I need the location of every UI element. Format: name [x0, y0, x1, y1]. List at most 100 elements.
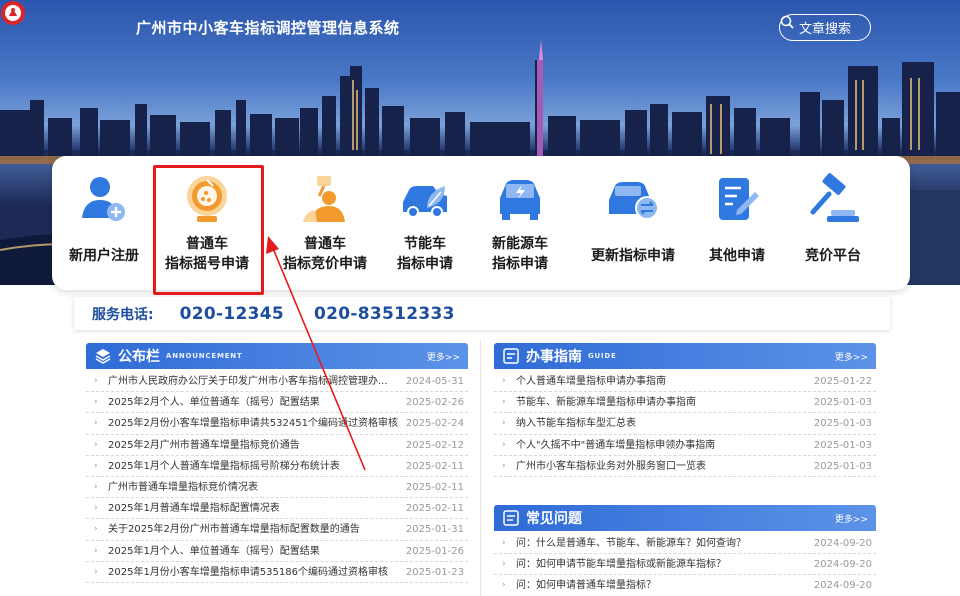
list-item-title[interactable]: 广州市人民政府办公厅关于印发广州市小客车指标调控管理办...	[108, 371, 400, 392]
highlight-box	[153, 165, 264, 295]
list-item[interactable]: › 广州市小客车指标业务对外服务窗口一览表 2025-01-03	[494, 456, 876, 477]
list-item[interactable]: › 关于2025年2月份广州市普通车增量指标配置数量的通告 2025-01-31	[86, 519, 468, 541]
guide-panel: 办事指南 GUIDE 更多>> › 个人普通车增量指标申请办事指南 2025-01-…	[494, 343, 876, 477]
list-item-date: 2025-01-26	[405, 545, 464, 557]
nav-label: 其他申请	[709, 248, 765, 264]
renew-car-icon	[609, 182, 659, 220]
list-item-title[interactable]: 2025年2月广州市普通车增量指标竞价通告	[108, 435, 400, 456]
search-label: 文章搜索	[798, 22, 851, 37]
faq-panel: 常见问题 更多>> › 问：什么是普通车、节能车、新能源车？如何查询？ 2024-0…	[494, 505, 876, 596]
nav-new-energy-car-apply[interactable]: 新能源车 指标申请	[466, 172, 574, 274]
bullet-icon: ›	[502, 538, 506, 548]
panel-title: 常见问题	[526, 511, 582, 527]
nav-new-user-register[interactable]: 新用户注册	[50, 172, 158, 266]
bullet-icon: ›	[502, 397, 506, 408]
bullet-icon: ›	[502, 376, 506, 386]
panel-title: 办事指南	[526, 349, 582, 365]
list-item[interactable]: › 问：如何申请普通车增量指标？ 2024-09-20	[494, 575, 876, 596]
list-item-title[interactable]: 2025年2月份小客车增量指标申请共532451个编码通过资格审核	[108, 413, 400, 434]
list-item-date: 2025-01-03	[813, 418, 872, 430]
panel-subtitle: GUIDE	[588, 352, 617, 360]
search-icon	[780, 15, 794, 29]
nav-renew-quota-apply[interactable]: 更新指标申请	[579, 172, 687, 266]
layers-icon	[95, 349, 111, 364]
bullet-icon: ›	[502, 559, 506, 570]
list-item[interactable]: › 2025年1月普通车增量指标配置情况表 2025-02-11	[86, 498, 468, 520]
more-link[interactable]: 更多>>	[835, 350, 868, 363]
list-item-date: 2025-02-12	[405, 439, 464, 451]
list-item-date: 2025-01-22	[813, 376, 872, 387]
list-item[interactable]: › 2025年2月个人、单位普通车（摇号）配置结果 2025-02-26	[86, 392, 468, 414]
nav-label: 竞价平台	[805, 248, 861, 264]
list-item-title[interactable]: 关于2025年2月份广州市普通车增量指标配置数量的通告	[108, 519, 400, 540]
nav-auction-platform[interactable]: 竞价平台	[779, 172, 887, 266]
article-search-button[interactable]: 文章搜索	[779, 14, 871, 41]
list-item[interactable]: › 节能车、新能源车增量指标申请办事指南 2025-01-03	[494, 392, 876, 414]
list-item-title[interactable]: 节能车、新能源车增量指标申请办事指南	[516, 392, 806, 413]
list-item-date: 2025-01-31	[405, 524, 464, 536]
nav-other-apply[interactable]: 其他申请	[683, 172, 791, 266]
bullet-icon: ›	[94, 566, 98, 577]
bullet-icon: ›	[94, 503, 98, 514]
list-item-title[interactable]: 2025年2月个人、单位普通车（摇号）配置结果	[108, 392, 400, 413]
list-item-title[interactable]: 问：什么是普通车、节能车、新能源车？如何查询？	[516, 533, 806, 554]
service-phone-bar: 服务电话: 020-12345 020-83512333	[74, 297, 890, 330]
list-item[interactable]: › 广州市普通车增量指标竞价情况表 2025-02-11	[86, 477, 468, 499]
list-item-date: 2025-01-03	[813, 397, 872, 409]
list-item-title[interactable]: 2025年1月个人普通车增量指标摇号阶梯分布统计表	[108, 456, 400, 477]
list-item-date: 2024-05-31	[405, 376, 464, 387]
list-item[interactable]: › 个人"久摇不中"普通车增量指标申领办事指南 2025-01-03	[494, 435, 876, 456]
nav-normal-car-bidding-apply[interactable]: 普通车 指标竞价申请	[271, 172, 379, 274]
list-item[interactable]: › 2025年1月个人普通车增量指标摇号阶梯分布统计表 2025-02-11	[86, 456, 468, 477]
bullet-icon: ›	[94, 376, 98, 386]
bullet-icon: ›	[502, 580, 506, 591]
list-item-title[interactable]: 问：如何申请普通车增量指标？	[516, 575, 806, 596]
list-item-date: 2025-01-03	[813, 439, 872, 451]
list-item[interactable]: › 2025年1月个人、单位普通车（摇号）配置结果 2025-01-26	[86, 541, 468, 562]
panel-subtitle: ANNOUNCEMENT	[166, 352, 243, 360]
list-item[interactable]: › 纳入节能车指标车型汇总表 2025-01-03	[494, 413, 876, 435]
bullet-icon: ›	[94, 524, 98, 535]
bullet-icon: ›	[94, 481, 98, 492]
list-item-date: 2024-09-20	[813, 538, 872, 549]
list-item[interactable]: › 广州市人民政府办公厅关于印发广州市小客车指标调控管理办... 2024-05-3…	[86, 371, 468, 393]
announcement-panel: 公布栏 ANNOUNCEMENT 更多>> › 广州市人民政府办公厅关于印发广州市…	[86, 343, 468, 583]
list-item[interactable]: › 2025年1月份小客车增量指标申请535186个编码通过资格审核 2025-01…	[86, 562, 468, 583]
list-item[interactable]: › 问：什么是普通车、节能车、新能源车？如何查询？ 2024-09-20	[494, 533, 876, 555]
list-item[interactable]: › 问：如何申请节能车增量指标或新能源车指标？ 2024-09-20	[494, 554, 876, 576]
more-link[interactable]: 更多>>	[835, 512, 868, 525]
more-link[interactable]: 更多>>	[427, 350, 460, 363]
list-item-title[interactable]: 2025年1月普通车增量指标配置情况表	[108, 498, 400, 519]
nav-eco-car-apply[interactable]: 节能车 指标申请	[371, 172, 479, 274]
list-item-date: 2025-02-11	[405, 481, 464, 493]
list-item-date: 2025-02-24	[405, 418, 464, 430]
guide-header: 办事指南 GUIDE 更多>>	[494, 343, 876, 369]
list-item-title[interactable]: 个人普通车增量指标申请办事指南	[516, 371, 806, 392]
column-divider	[480, 340, 481, 596]
list-item-title[interactable]: 2025年1月份小客车增量指标申请535186个编码通过资格审核	[108, 562, 400, 583]
list-item-date: 2025-01-03	[813, 460, 872, 472]
list-item-title[interactable]: 广州市普通车增量指标竞价情况表	[108, 477, 400, 498]
list-item-title[interactable]: 问：如何申请节能车增量指标或新能源车指标？	[516, 554, 806, 575]
list-item-date: 2025-02-11	[405, 460, 464, 472]
nav-label: 普通车 指标竞价申请	[283, 236, 367, 272]
bullet-icon: ›	[94, 397, 98, 408]
nav-label: 新能源车 指标申请	[492, 236, 548, 272]
question-doc-icon	[503, 510, 519, 526]
bullet-icon: ›	[94, 460, 98, 471]
list-item-date: 2025-02-11	[405, 503, 464, 515]
list-item-title[interactable]: 2025年1月个人、单位普通车（摇号）配置结果	[108, 541, 400, 562]
service-phone-number: 020-12345	[179, 303, 284, 324]
list-item[interactable]: › 2025年2月广州市普通车增量指标竞价通告 2025-02-12	[86, 435, 468, 456]
list-item[interactable]: › 个人普通车增量指标申请办事指南 2025-01-22	[494, 371, 876, 393]
bullet-icon: ›	[502, 460, 506, 471]
list-item-title[interactable]: 个人"久摇不中"普通车增量指标申领办事指南	[516, 435, 806, 456]
list-item-title[interactable]: 纳入节能车指标车型汇总表	[516, 413, 806, 434]
announcement-header: 公布栏 ANNOUNCEMENT 更多>>	[86, 343, 468, 369]
electric-car-icon	[500, 180, 540, 220]
list-item-title[interactable]: 广州市小客车指标业务对外服务窗口一览表	[516, 456, 806, 477]
list-item[interactable]: › 2025年2月份小客车增量指标申请共532451个编码通过资格审核 2025-0…	[86, 413, 468, 435]
panel-title: 公布栏	[118, 349, 160, 365]
bullet-icon: ›	[94, 439, 98, 450]
list-item-date: 2024-09-20	[813, 559, 872, 571]
